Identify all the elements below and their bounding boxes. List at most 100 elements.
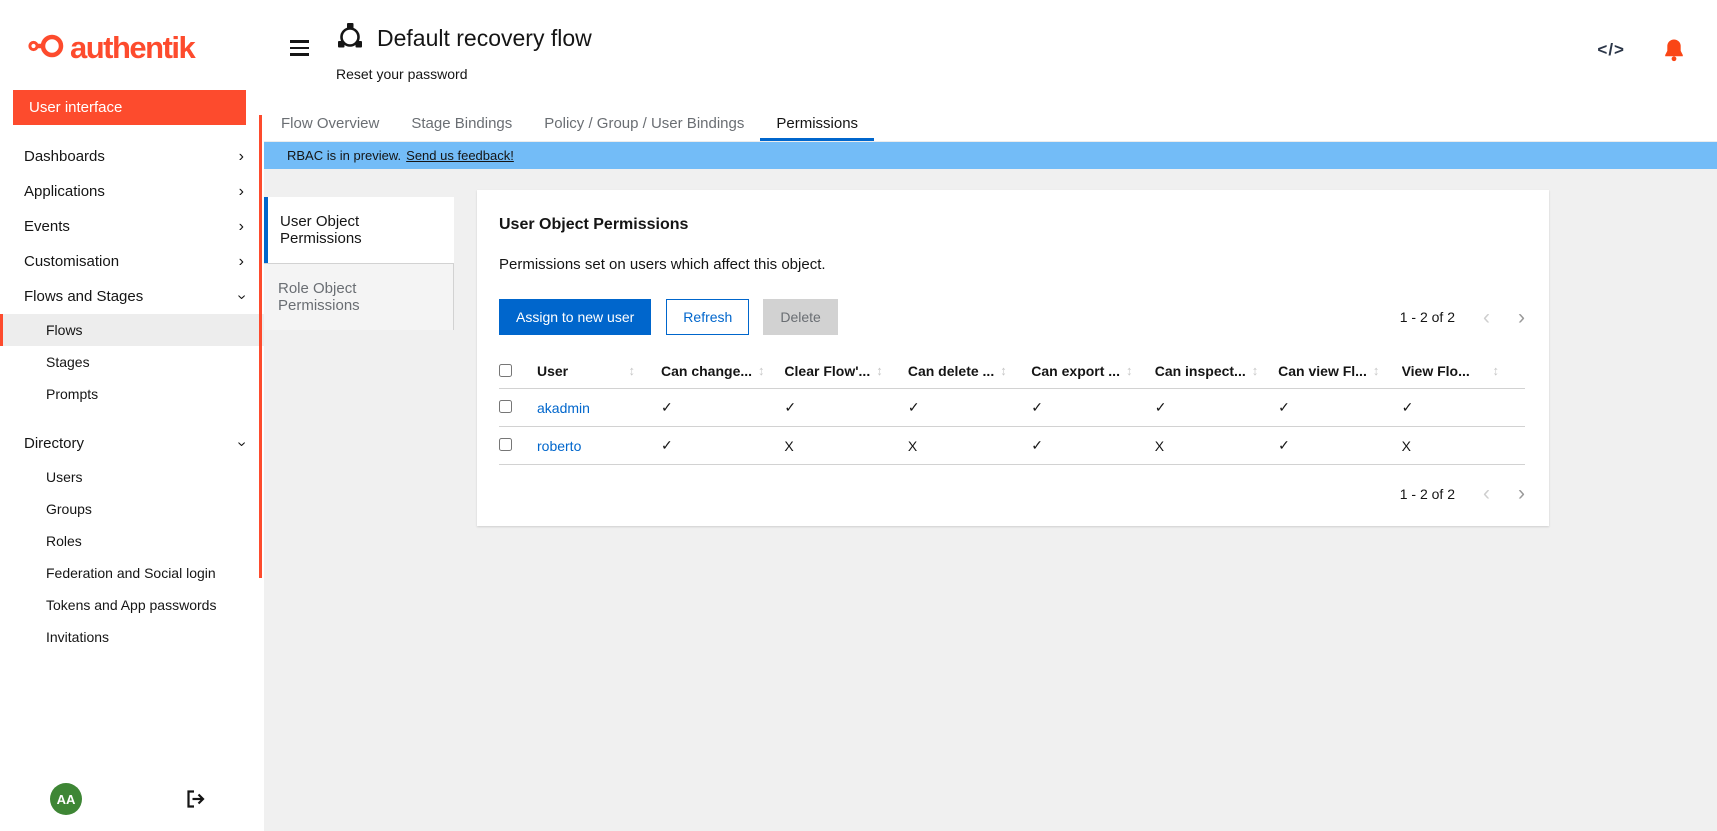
sidebar-item-customisation[interactable]: Customisation › — [0, 244, 264, 279]
row-checkbox[interactable] — [499, 400, 512, 413]
permission-value: ✓ — [1155, 399, 1278, 416]
sidebar-item-label: Events — [24, 218, 70, 235]
banner-text: RBAC is in preview. — [287, 148, 401, 163]
sidebar-item-tokens[interactable]: Tokens and App passwords — [0, 589, 264, 621]
permission-value: ✓ — [1031, 399, 1154, 416]
permission-value: X — [784, 438, 907, 454]
nav-section-gap — [0, 410, 264, 426]
sidebar-item-roles[interactable]: Roles — [0, 525, 264, 557]
permissions-table: User↕ Can change...↕ Clear Flow'...↕ Can… — [499, 353, 1525, 465]
sidebar-accent-line — [259, 115, 262, 578]
table-toolbar: Assign to new user Refresh Delete 1 - 2 … — [499, 299, 1525, 335]
user-link-akadmin[interactable]: akadmin — [537, 400, 661, 416]
card-description: Permissions set on users which affect th… — [499, 256, 1525, 273]
sort-icon[interactable]: ↕ — [870, 363, 883, 378]
tab-permissions[interactable]: Permissions — [760, 105, 874, 141]
pagination-next-icon[interactable]: › — [1518, 483, 1525, 504]
sort-icon[interactable]: ↕ — [1246, 363, 1259, 378]
sidebar-item-federation[interactable]: Federation and Social login — [0, 557, 264, 589]
column-header: Clear Flow'... — [784, 363, 870, 379]
tab-flow-overview[interactable]: Flow Overview — [265, 105, 395, 141]
sort-icon[interactable]: ↕ — [752, 363, 765, 378]
sidebar-item-events[interactable]: Events › — [0, 209, 264, 244]
pagination-bottom: 1 - 2 of 2 ‹ › — [1400, 483, 1525, 504]
sort-icon[interactable]: ↕ — [623, 363, 636, 378]
feedback-link[interactable]: Send us feedback! — [406, 148, 514, 163]
hamburger-menu-icon[interactable] — [290, 40, 309, 105]
sidebar-item-users[interactable]: Users — [0, 461, 264, 493]
sidebar-item-groups[interactable]: Groups — [0, 493, 264, 525]
permission-value: ✓ — [784, 399, 907, 416]
assign-to-new-user-button[interactable]: Assign to new user — [499, 299, 651, 335]
user-link-roberto[interactable]: roberto — [537, 438, 661, 454]
column-header: Can view Fl... — [1278, 363, 1367, 379]
permission-value: ✓ — [908, 399, 1031, 416]
tab-stage-bindings[interactable]: Stage Bindings — [395, 105, 528, 141]
tab-policy-group-user-bindings[interactable]: Policy / Group / User Bindings — [528, 105, 760, 141]
pagination-top: 1 - 2 of 2 ‹ › — [1400, 307, 1525, 328]
sidebar-item-label: Flows and Stages — [24, 288, 143, 305]
logout-icon[interactable] — [186, 790, 206, 808]
permission-value: ✓ — [1031, 437, 1154, 454]
authentik-logo: authentik — [0, 0, 264, 66]
sidebar: authentik User interface Dashboards › Ap… — [0, 0, 264, 831]
sidebar-item-applications[interactable]: Applications › — [0, 174, 264, 209]
sidebar-item-label: Applications — [24, 183, 105, 200]
title-block: Default recovery flow Reset your passwor… — [336, 22, 592, 105]
sort-icon[interactable]: ↕ — [1487, 363, 1500, 378]
rbac-preview-banner: RBAC is in preview. Send us feedback! — [264, 142, 1717, 169]
sidebar-nav: Dashboards › Applications › Events › Cus… — [0, 139, 264, 653]
card-title: User Object Permissions — [499, 216, 1525, 234]
chevron-down-icon: › — [233, 441, 249, 446]
refresh-button[interactable]: Refresh — [666, 299, 749, 335]
chevron-down-icon: › — [233, 294, 249, 299]
sidebar-item-stages[interactable]: Stages — [0, 346, 264, 378]
select-all-checkbox[interactable] — [499, 364, 512, 377]
table-header-row: User↕ Can change...↕ Clear Flow'...↕ Can… — [499, 353, 1525, 389]
permissions-side-tabs: User Object Permissions Role Object Perm… — [264, 197, 454, 330]
authentik-logo-icon — [28, 32, 64, 65]
sidebar-item-label: Directory — [24, 435, 84, 452]
chevron-right-icon: › — [239, 184, 244, 200]
sort-icon[interactable]: ↕ — [1120, 363, 1133, 378]
pagination-prev-icon[interactable]: ‹ — [1483, 483, 1490, 504]
permission-value: ✓ — [661, 399, 784, 416]
column-header: Can export ... — [1031, 363, 1120, 379]
api-browser-icon[interactable]: </> — [1597, 40, 1625, 60]
avatar[interactable]: AA — [50, 783, 82, 815]
side-tab-user-object-permissions[interactable]: User Object Permissions — [264, 197, 454, 263]
user-interface-button[interactable]: User interface — [13, 90, 246, 125]
pagination-next-icon[interactable]: › — [1518, 307, 1525, 328]
pagination-prev-icon[interactable]: ‹ — [1483, 307, 1490, 328]
sidebar-item-flows[interactable]: Flows — [0, 314, 264, 346]
side-tab-role-object-permissions[interactable]: Role Object Permissions — [264, 263, 454, 330]
column-header: View Flo... — [1402, 363, 1470, 379]
sort-icon[interactable]: ↕ — [994, 363, 1007, 378]
chevron-right-icon: › — [239, 149, 244, 165]
column-header: Can change... — [661, 363, 752, 379]
sidebar-item-flows-and-stages[interactable]: Flows and Stages › — [0, 279, 264, 314]
column-header: User — [537, 363, 568, 379]
authentik-logo-text: authentik — [70, 30, 194, 66]
notifications-bell-icon[interactable] — [1663, 38, 1685, 62]
sidebar-item-directory[interactable]: Directory › — [0, 426, 264, 461]
permission-value: X — [1155, 438, 1278, 454]
main-area: Default recovery flow Reset your passwor… — [264, 0, 1717, 831]
user-object-permissions-card: User Object Permissions Permissions set … — [477, 190, 1549, 526]
flow-icon — [336, 22, 364, 55]
table-row: akadmin ✓ ✓ ✓ ✓ ✓ ✓ ✓ — [499, 389, 1525, 427]
sidebar-item-dashboards[interactable]: Dashboards › — [0, 139, 264, 174]
row-checkbox[interactable] — [499, 438, 512, 451]
sidebar-item-prompts[interactable]: Prompts — [0, 378, 264, 410]
delete-button[interactable]: Delete — [763, 299, 837, 335]
sort-icon[interactable]: ↕ — [1367, 363, 1380, 378]
permission-value: ✓ — [1278, 399, 1401, 416]
flow-tabs: Flow Overview Stage Bindings Policy / Gr… — [264, 105, 1717, 142]
sidebar-item-invitations[interactable]: Invitations — [0, 621, 264, 653]
permission-value: ✓ — [1278, 437, 1401, 454]
pagination-label: 1 - 2 of 2 — [1400, 309, 1455, 325]
table-row: roberto ✓ X X ✓ X ✓ X — [499, 427, 1525, 465]
sidebar-item-label: Dashboards — [24, 148, 105, 165]
chevron-right-icon: › — [239, 219, 244, 235]
page-title: Default recovery flow — [377, 25, 592, 52]
